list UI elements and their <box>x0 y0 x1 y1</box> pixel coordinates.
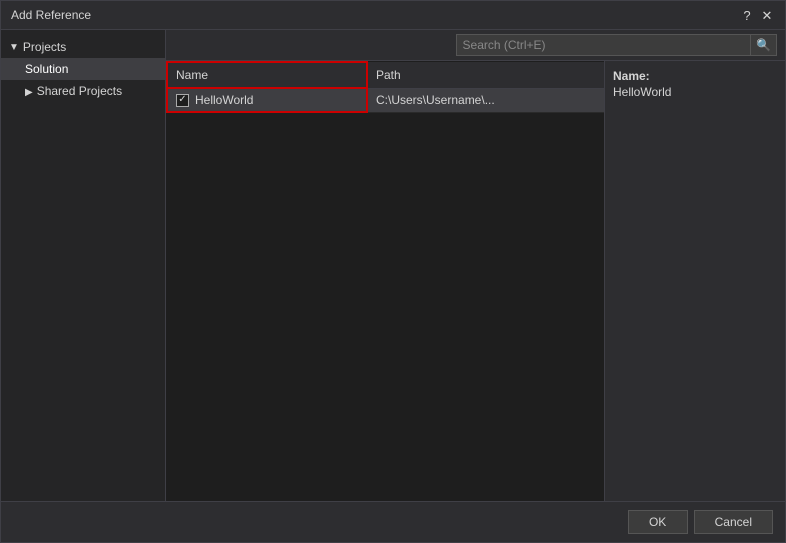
shared-projects-label: Shared Projects <box>37 84 122 98</box>
add-reference-dialog: Add Reference ? ✕ ▼ Projects Solution <box>0 0 786 543</box>
table-body: HelloWorld C:\Users\Username\... <box>167 88 604 112</box>
dialog-body: ▼ Projects Solution ▶ Shared Projects <box>1 30 785 542</box>
project-path: C:\Users\Username\... <box>376 93 495 107</box>
center-area: Name Path <box>166 61 785 501</box>
shared-projects-arrow: ▶ <box>25 87 33 98</box>
main-content: ▼ Projects Solution ▶ Shared Projects <box>1 30 785 501</box>
dialog-title: Add Reference <box>11 8 91 22</box>
row-checkbox[interactable] <box>176 94 189 107</box>
right-panel: 🔍 Name <box>166 30 785 501</box>
title-bar: Add Reference ? ✕ <box>1 1 785 30</box>
properties-panel: Name: HelloWorld <box>605 61 785 501</box>
project-name: HelloWorld <box>195 93 253 107</box>
ok-button[interactable]: OK <box>628 510 688 534</box>
cancel-button[interactable]: Cancel <box>694 510 773 534</box>
search-button[interactable]: 🔍 <box>751 34 777 56</box>
projects-section: ▼ Projects Solution ▶ Shared Projects <box>1 34 165 104</box>
search-bar: 🔍 <box>166 30 785 61</box>
table-row[interactable]: HelloWorld C:\Users\Username\... <box>167 88 604 112</box>
checkbox-cell: HelloWorld <box>176 93 358 107</box>
sidebar-item-shared-projects[interactable]: ▶ Shared Projects <box>1 80 165 102</box>
grid-panel: Name Path <box>166 61 605 501</box>
name-property-value: HelloWorld <box>613 85 777 99</box>
col-path-header: Path <box>367 62 604 88</box>
search-input[interactable] <box>456 34 752 56</box>
reference-table: Name Path <box>166 61 604 113</box>
close-button[interactable]: ✕ <box>759 7 775 23</box>
path-cell: C:\Users\Username\... <box>367 88 604 112</box>
title-bar-controls: ? ✕ <box>739 7 775 23</box>
projects-header[interactable]: ▼ Projects <box>1 36 165 58</box>
help-button[interactable]: ? <box>739 7 755 23</box>
col-name-header: Name <box>167 62 367 88</box>
table-header-row: Name Path <box>167 62 604 88</box>
bottom-bar: OK Cancel <box>1 501 785 542</box>
projects-label: Projects <box>23 40 66 54</box>
solution-label: Solution <box>25 62 68 76</box>
sidebar: ▼ Projects Solution ▶ Shared Projects <box>1 30 166 501</box>
sidebar-item-solution[interactable]: Solution <box>1 58 165 80</box>
name-cell: HelloWorld <box>167 88 367 112</box>
projects-arrow: ▼ <box>9 42 19 53</box>
name-property-label: Name: <box>613 69 777 83</box>
